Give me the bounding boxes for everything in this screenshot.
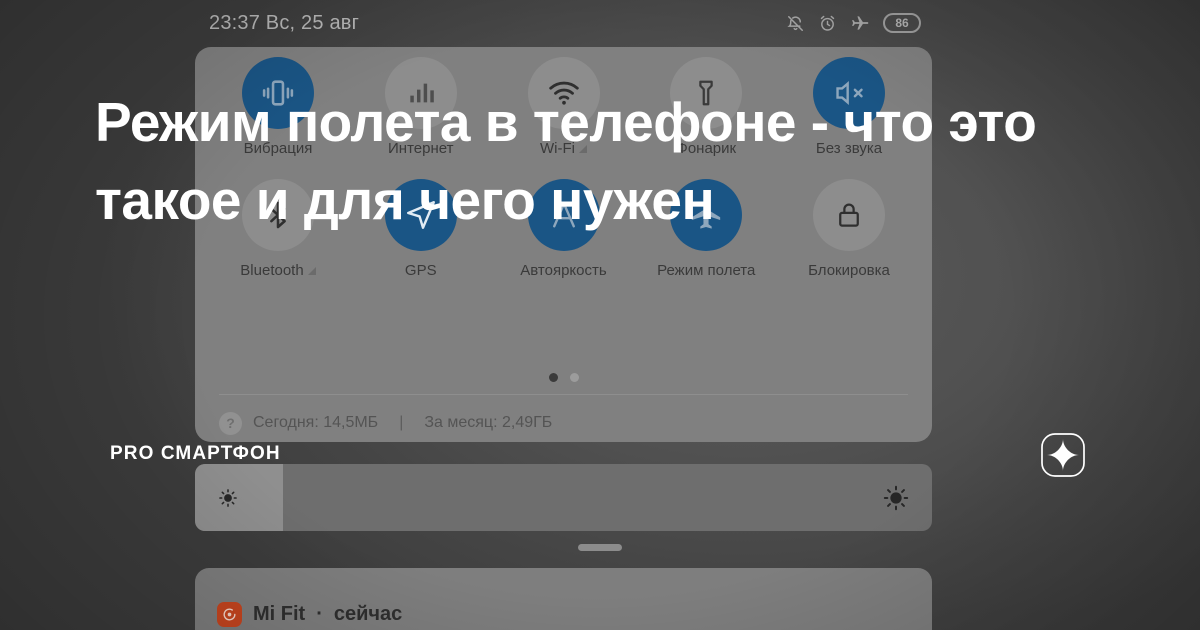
brightness-slider-fill: [195, 464, 284, 531]
pagination-dot-2[interactable]: [569, 373, 579, 382]
sun-large-icon: [882, 484, 910, 512]
zen-sparkle-logo[interactable]: [1038, 430, 1088, 480]
status-bar: 23:37 Вс, 25 авг 86: [195, 0, 935, 46]
data-usage-today: Сегодня: 14,5МБ: [253, 414, 379, 431]
tile-label: Блокировка: [808, 262, 890, 279]
alarm-clock-icon: [818, 14, 837, 33]
tile-label-text: GPS: [404, 262, 437, 279]
screenshot-canvas: 23:37 Вс, 25 авг 86 Вибрация Интернет Wi…: [0, 0, 1200, 630]
sun-small-icon: [217, 487, 239, 509]
airplane-icon: [850, 13, 870, 33]
notification-card[interactable]: Mi Fit · сейчас: [195, 568, 932, 630]
notification-separator: ·: [316, 603, 323, 625]
data-usage-separator: |: [399, 414, 404, 431]
help-icon[interactable]: ?: [219, 411, 242, 435]
mi-fit-app-icon: [217, 602, 242, 627]
shade-drag-handle[interactable]: [578, 544, 622, 551]
brightness-slider[interactable]: [195, 464, 932, 531]
notification-time: сейчас: [333, 603, 403, 625]
battery-icon: 86: [883, 13, 921, 33]
status-clock: 23:37 Вс, 25 авг: [209, 11, 360, 34]
chevron-expand-icon[interactable]: [307, 266, 316, 275]
notification-header: Mi Fit · сейчас: [217, 602, 402, 627]
tile-label: Bluetooth: [240, 262, 316, 279]
panel-divider: [219, 394, 908, 395]
battery-level: 86: [895, 16, 909, 30]
tile-label-text: Блокировка: [808, 262, 890, 279]
bell-muted-icon: [786, 14, 805, 33]
tile-label-text: Автояркость: [520, 262, 607, 279]
pagination-dots[interactable]: [195, 373, 932, 382]
data-usage-month: За месяц: 2,49ГБ: [424, 414, 553, 431]
tile-label: Режим полета: [657, 262, 755, 279]
tile-label-text: Режим полета: [657, 262, 756, 279]
tile-label: GPS: [405, 262, 437, 279]
brand-label: PRO СМАРТФОН: [110, 443, 281, 464]
tile-label-text: Bluetooth: [240, 262, 304, 279]
data-usage-bar[interactable]: ? Сегодня: 14,5МБ | За месяц: 2,49ГБ: [219, 405, 552, 441]
pagination-dot-1[interactable]: [548, 373, 558, 382]
status-icon-group: 86: [786, 13, 921, 33]
page-title: Режим полета в телефоне - что это такое …: [95, 91, 1037, 232]
notification-app-name: Mi Fit: [253, 603, 306, 625]
tile-label: Автояркость: [520, 262, 606, 279]
